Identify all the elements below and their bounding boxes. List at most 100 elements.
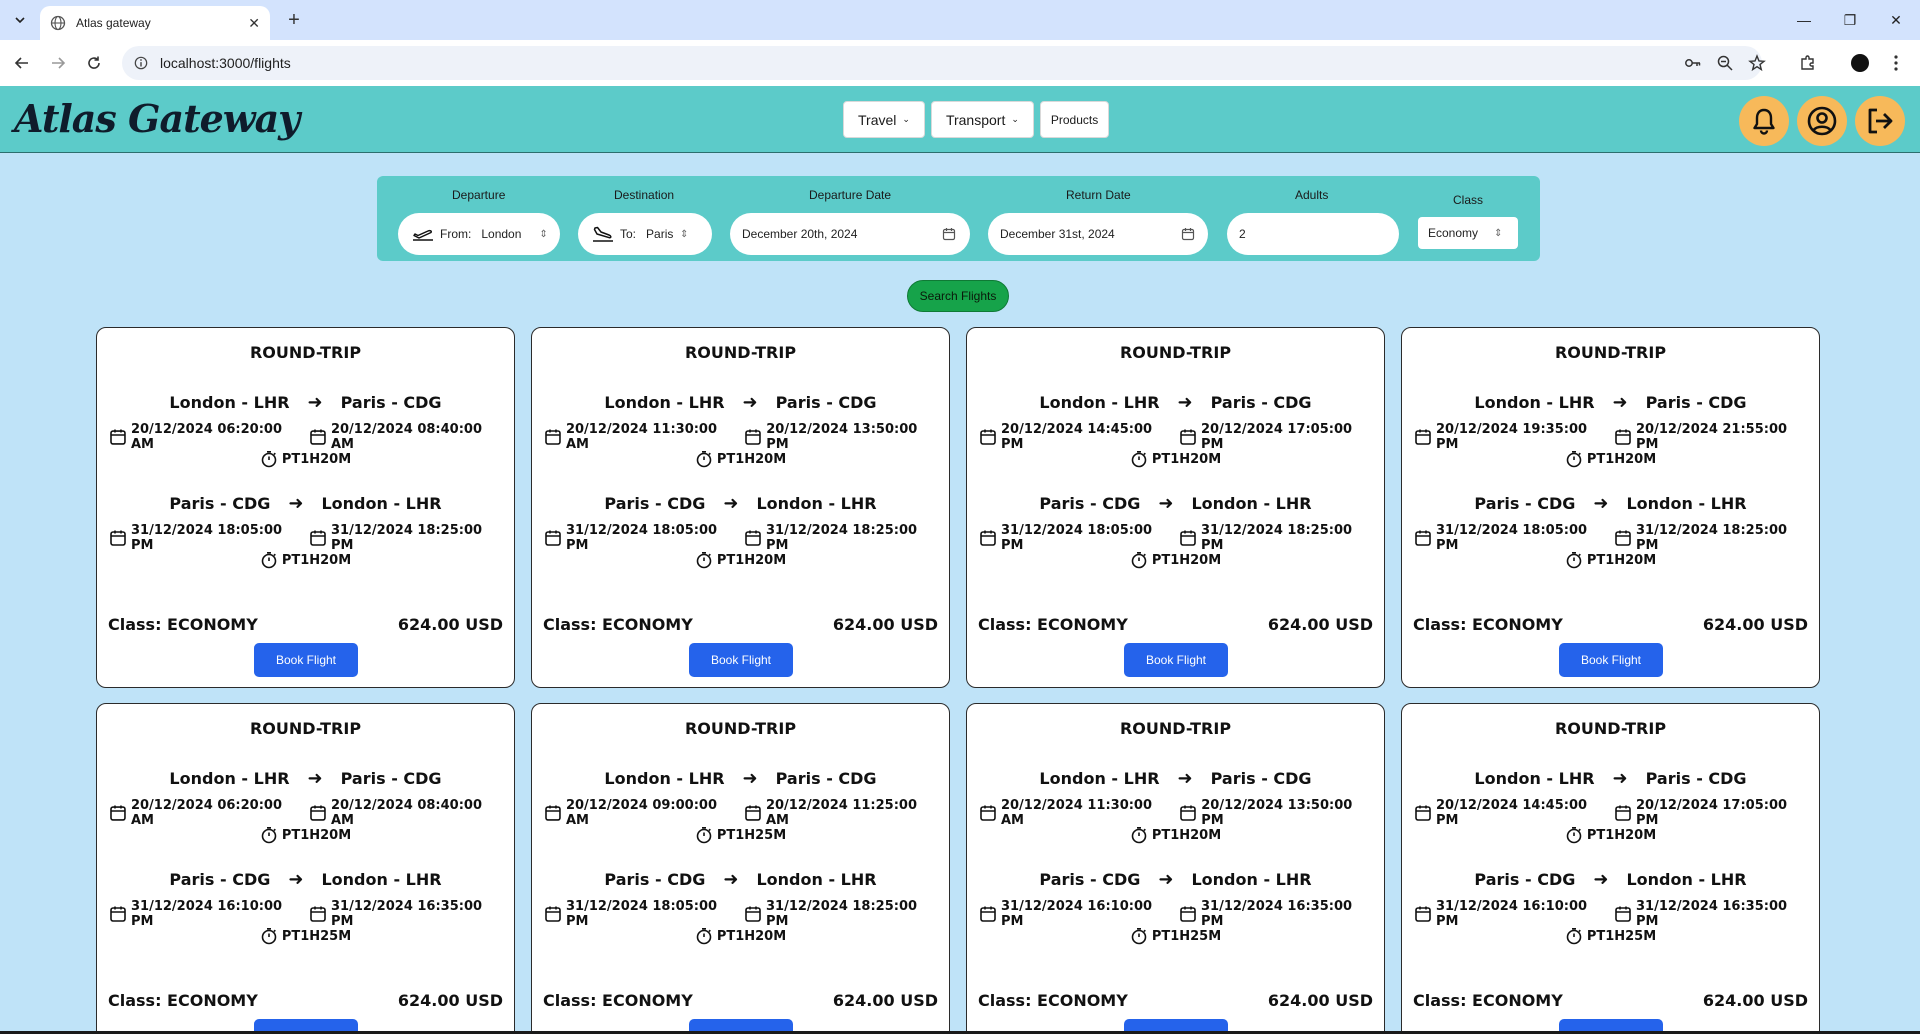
up-down-chevron-icon: ⇕	[1494, 227, 1503, 239]
restore-icon[interactable]: ❐	[1838, 8, 1862, 32]
calendar-icon	[1415, 530, 1431, 546]
browser-menu-icon[interactable]	[1885, 52, 1907, 74]
book-flight-button[interactable]: Book Flight	[1124, 643, 1228, 677]
zoom-icon[interactable]	[1714, 52, 1736, 74]
flight-results-grid: ROUND-TRIP London - LHR ➜ Paris - CDG 20…	[96, 327, 1821, 1034]
new-tab-plus-icon[interactable]: +	[282, 8, 306, 32]
outbound-route: London - LHR ➜ Paris - CDG	[532, 392, 949, 413]
close-window-icon[interactable]: ✕	[1884, 8, 1908, 32]
calendar-icon	[745, 530, 761, 546]
inbound-arrive-time: 31/12/2024 18:25:00 PM	[331, 523, 483, 553]
inbound-arrive-time: 31/12/2024 16:35:00 PM	[1636, 899, 1788, 929]
stopwatch-icon	[261, 928, 277, 945]
arrow-right-icon: ➜	[1612, 768, 1628, 789]
bookmark-star-icon[interactable]	[1746, 52, 1768, 74]
calendar-icon	[1615, 805, 1631, 821]
fare-class: Class: ECONOMY	[108, 991, 258, 1010]
inbound-origin: Paris - CDG	[1039, 494, 1141, 513]
stopwatch-icon	[1566, 451, 1582, 468]
outbound-duration-text: PT1H20M	[1151, 451, 1222, 467]
arrow-right-icon: ➜	[1158, 869, 1174, 890]
address-bar[interactable]: localhost:3000/flights	[122, 46, 1762, 80]
forward-arrow-icon[interactable]	[47, 52, 69, 74]
search-flights-button[interactable]: Search Flights	[907, 280, 1009, 312]
inbound-origin: Paris - CDG	[604, 870, 706, 889]
trip-type: ROUND-TRIP	[1119, 719, 1232, 738]
inbound-route: Paris - CDG ➜ London - LHR	[532, 493, 949, 514]
inbound-duration-text: PT1H20M	[716, 552, 787, 568]
inbound-times: 31/12/2024 18:05:00 PM 31/12/2024 18:25:…	[109, 523, 509, 553]
nav-transport-label: Transport	[945, 111, 1006, 128]
stopwatch-icon	[696, 928, 712, 945]
inbound-times: 31/12/2024 18:05:00 PM 31/12/2024 18:25:…	[544, 899, 944, 929]
back-arrow-icon[interactable]	[11, 52, 33, 74]
calendar-icon	[1180, 530, 1196, 546]
outbound-times: 20/12/2024 09:00:00 AM 20/12/2024 11:25:…	[544, 798, 944, 828]
book-flight-button[interactable]: Book Flight	[1559, 643, 1663, 677]
class-select[interactable]: Economy ⇕	[1418, 217, 1518, 249]
destination-label: Destination	[614, 188, 675, 202]
outbound-destination: Paris - CDG	[1645, 769, 1747, 788]
outbound-arrive-time: 20/12/2024 08:40:00 AM	[330, 798, 483, 828]
arrow-right-icon: ➜	[307, 768, 323, 789]
inbound-depart-time: 31/12/2024 18:05:00 PM	[1436, 523, 1588, 553]
stopwatch-icon	[696, 827, 712, 844]
outbound-route: London - LHR ➜ Paris - CDG	[532, 768, 949, 789]
calendar-icon	[745, 429, 762, 445]
tab-search-chevron-icon[interactable]	[10, 10, 30, 30]
logout-icon[interactable]	[1855, 96, 1905, 146]
user-profile-icon[interactable]	[1797, 96, 1847, 146]
nav-transport-dropdown[interactable]: Transport ⌄	[930, 101, 1034, 138]
fare-price: 624.00 USD	[832, 991, 938, 1010]
password-key-icon[interactable]	[1682, 52, 1704, 74]
arrow-right-icon: ➜	[1158, 493, 1174, 514]
site-info-icon[interactable]	[134, 56, 148, 70]
destination-select[interactable]: To: Paris ⇕	[578, 213, 712, 255]
inbound-route: Paris - CDG ➜ London - LHR	[97, 493, 514, 514]
main-nav: Travel ⌄ Transport ⌄ Products	[843, 101, 1110, 138]
nav-travel-dropdown[interactable]: Travel ⌄	[843, 101, 925, 138]
inbound-route: Paris - CDG ➜ London - LHR	[967, 493, 1384, 514]
departure-select[interactable]: From: London ⇕	[398, 213, 560, 255]
nav-products-button[interactable]: Products	[1039, 101, 1110, 138]
return-date-picker[interactable]: December 31st, 2024	[988, 213, 1208, 255]
arrow-right-icon: ➜	[1593, 493, 1609, 514]
outbound-duration-text: PT1H20M	[1151, 827, 1222, 843]
profile-avatar-icon[interactable]	[1849, 52, 1871, 74]
arrow-right-icon: ➜	[723, 493, 739, 514]
inbound-destination: London - LHR	[1191, 494, 1312, 513]
outbound-depart-time: 20/12/2024 11:30:00 AM	[1000, 798, 1153, 828]
inbound-arrive-time: 31/12/2024 16:35:00 PM	[1201, 899, 1353, 929]
tab-close-icon[interactable]: ✕	[248, 15, 260, 32]
outbound-route: London - LHR ➜ Paris - CDG	[967, 392, 1384, 413]
fare-class: Class: ECONOMY	[1413, 991, 1563, 1010]
book-flight-button[interactable]: Book Flight	[254, 643, 358, 677]
fare-price: 624.00 USD	[1702, 991, 1808, 1010]
minimize-icon[interactable]: —	[1792, 8, 1816, 32]
reload-icon[interactable]	[83, 52, 105, 74]
browser-tab[interactable]: Atlas gateway ✕	[40, 6, 270, 40]
notifications-bell-icon[interactable]	[1739, 96, 1789, 146]
inbound-origin: Paris - CDG	[604, 494, 706, 513]
inbound-depart-time: 31/12/2024 16:10:00 PM	[1436, 899, 1588, 929]
adults-label: Adults	[1295, 188, 1329, 202]
calendar-icon	[1615, 429, 1631, 445]
extensions-puzzle-icon[interactable]	[1797, 52, 1819, 74]
departure-date-picker[interactable]: December 20th, 2024	[730, 213, 970, 255]
outbound-duration: PT1H20M	[1402, 826, 1819, 844]
stopwatch-icon	[261, 552, 277, 569]
inbound-times: 31/12/2024 16:10:00 PM 31/12/2024 16:35:…	[979, 899, 1379, 929]
outbound-duration-text: PT1H20M	[1586, 451, 1657, 467]
nav-products-label: Products	[1050, 112, 1099, 127]
adults-input[interactable]: 2	[1227, 213, 1399, 255]
calendar-icon	[110, 429, 126, 445]
browser-toolbar: localhost:3000/flights	[0, 40, 1920, 86]
outbound-duration: PT1H20M	[97, 450, 514, 468]
flight-card: ROUND-TRIP London - LHR ➜ Paris - CDG 20…	[96, 327, 515, 688]
atlas-gateway-logo[interactable]: Atlas Gateway	[14, 96, 300, 141]
inbound-duration: PT1H20M	[532, 551, 949, 569]
book-flight-button[interactable]: Book Flight	[689, 643, 793, 677]
outbound-duration: PT1H20M	[1402, 450, 1819, 468]
inbound-duration: PT1H25M	[97, 927, 514, 945]
calendar-icon	[1415, 805, 1431, 821]
